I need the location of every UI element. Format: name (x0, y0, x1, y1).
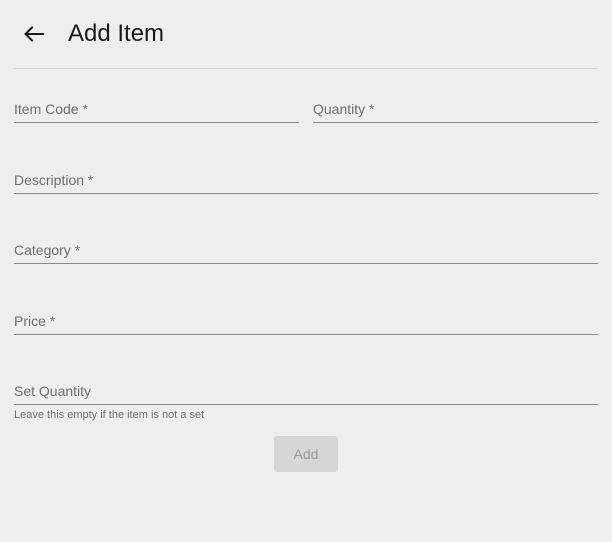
price-field[interactable]: Price * (14, 306, 598, 335)
item-code-field[interactable]: Item Code * (14, 94, 299, 123)
description-field[interactable]: Description * (14, 165, 598, 194)
price-input[interactable] (14, 306, 598, 334)
description-input[interactable] (14, 165, 598, 193)
quantity-input[interactable] (313, 94, 598, 122)
item-code-input[interactable] (14, 94, 299, 122)
back-button[interactable] (20, 20, 48, 48)
header-divider (14, 68, 597, 69)
set-quantity-input[interactable] (14, 376, 598, 404)
set-quantity-hint: Leave this empty if the item is not a se… (14, 409, 205, 421)
add-button[interactable]: Add (274, 436, 338, 472)
category-field[interactable]: Category * (14, 235, 598, 264)
arrow-left-icon (24, 26, 44, 42)
quantity-field[interactable]: Quantity * (313, 94, 598, 123)
set-quantity-field[interactable]: Set Quantity (14, 376, 598, 405)
category-input[interactable] (14, 235, 598, 263)
page-title: Add Item (68, 20, 165, 47)
app-header: Add Item (0, 0, 612, 68)
